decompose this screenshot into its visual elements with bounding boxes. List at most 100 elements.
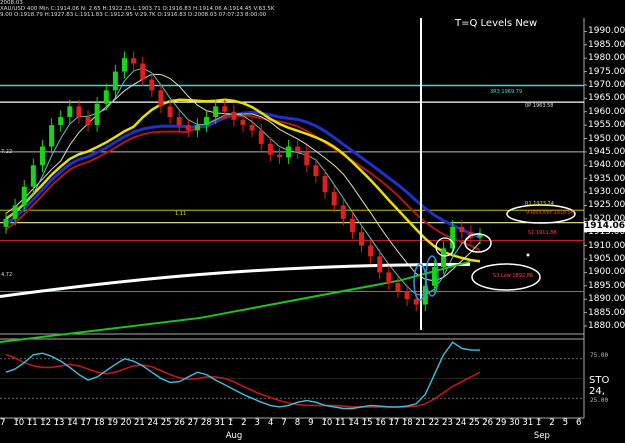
- candle-body: [213, 106, 219, 118]
- level-label-r3: 3R3 1969.79: [490, 89, 523, 95]
- x-tick-label: 17: [80, 418, 92, 428]
- candle-body: [441, 248, 447, 268]
- oscillator-lower-label: 25.00: [590, 397, 609, 404]
- level-label-pp: 0P 1963.58: [525, 103, 554, 109]
- candle-body: [413, 299, 419, 305]
- x-tick-label: 7: [0, 418, 6, 428]
- candle-body: [404, 291, 410, 300]
- candle-body: [94, 103, 100, 126]
- candle-body: [286, 146, 292, 158]
- x-tick-label: 14: [348, 418, 360, 428]
- y-tick-label: 1960.00: [588, 106, 625, 117]
- candle-body: [249, 125, 255, 131]
- y-tick-label: 1980.00: [588, 53, 625, 64]
- x-tick-label: 11: [334, 418, 346, 428]
- candle-body: [431, 267, 437, 286]
- x-tick-label: 10: [321, 418, 333, 428]
- x-tick-label: 26: [482, 418, 494, 428]
- candle-body: [477, 234, 483, 238]
- candle-body: [58, 117, 64, 126]
- x-tick-label: 9: [308, 418, 314, 428]
- candle-body: [386, 272, 392, 284]
- x-tick-label: 13: [53, 418, 65, 428]
- candle-body: [131, 58, 137, 64]
- y-tick-label: 1905.00: [588, 254, 625, 265]
- candle-body: [140, 63, 146, 80]
- candle-body: [313, 165, 319, 176]
- candle-body: [331, 192, 337, 206]
- x-tick-label: 12: [40, 418, 51, 428]
- x-tick-label: 1: [535, 418, 542, 428]
- header-line-3: 9.00 O:1918.79 H:1927.83 L:1911.83 C:191…: [0, 12, 267, 18]
- candle-body: [122, 58, 127, 72]
- x-tick-label: 4: [267, 418, 274, 428]
- candle-body: [322, 176, 328, 193]
- candle-body: [276, 154, 282, 158]
- chart-title: T=Q Levels New: [455, 18, 538, 29]
- x-tick-label: 27: [187, 418, 199, 428]
- candle-body: [377, 256, 383, 273]
- level-label-rollover: 9 RollOver 1918.56: [526, 210, 575, 216]
- candle-body: [359, 232, 364, 246]
- x-tick-label: 7: [281, 418, 287, 428]
- candle-body: [49, 125, 55, 147]
- x-tick-label: 31: [214, 418, 226, 428]
- oscillator-upper-label: 75.00: [590, 352, 609, 359]
- y-tick-label: 1985.00: [588, 39, 625, 50]
- candle-body: [12, 205, 18, 219]
- x-tick-label: 18: [93, 418, 105, 428]
- candle-body: [295, 146, 301, 152]
- x-month-label: Aug: [225, 431, 243, 441]
- y-tick-label: 1895.00: [588, 280, 625, 291]
- candle-body: [185, 125, 191, 131]
- moving-average-green: [0, 260, 471, 344]
- level-label-left-low: 4.72: [1, 272, 13, 278]
- candle-body: [103, 90, 109, 104]
- candle-body: [167, 106, 173, 118]
- x-month-label: Sep: [533, 431, 550, 441]
- y-tick-label: 1990.00: [588, 26, 625, 37]
- oscillator-label: STO 24,: [589, 375, 610, 397]
- x-tick-label: 16: [375, 418, 386, 428]
- y-tick-label: 1940.00: [588, 160, 625, 171]
- x-tick-label: 14: [66, 418, 78, 428]
- y-tick-label: 1930.00: [588, 187, 625, 198]
- y-tick-label: 1925.00: [588, 200, 625, 211]
- price-chart[interactable]: [0, 0, 625, 443]
- x-tick-label: 26: [174, 418, 185, 428]
- x-tick-label: 31: [522, 418, 534, 428]
- x-tick-label: 28: [200, 418, 212, 428]
- level-label-r1: R1 1923.24: [525, 201, 554, 207]
- candle-body: [176, 117, 182, 126]
- candle-body: [3, 218, 9, 227]
- y-tick-label: 1900.00: [588, 267, 625, 278]
- candle-body: [231, 111, 237, 120]
- current-price-badge: 1914.06: [584, 221, 625, 232]
- oscillator-d-line: [5, 354, 481, 408]
- x-tick-label: 24: [147, 418, 159, 428]
- y-tick-label: 1945.00: [588, 146, 625, 157]
- x-tick-label: 21: [415, 418, 427, 428]
- candle-body: [459, 226, 465, 233]
- candle-body: [395, 283, 401, 292]
- candle-body: [304, 151, 310, 166]
- candle-body: [194, 125, 200, 131]
- candle-body: [67, 106, 73, 118]
- y-tick-label: 1880.00: [588, 320, 625, 331]
- x-tick-label: 2: [241, 418, 247, 428]
- candle-body: [112, 71, 118, 91]
- y-tick-label: 1965.00: [588, 93, 625, 104]
- x-tick-label: 2: [549, 418, 555, 428]
- x-tick-label: 10: [13, 418, 25, 428]
- moving-average-red: [5, 114, 481, 252]
- candle-body: [368, 245, 374, 257]
- x-tick-label: 11: [26, 418, 38, 428]
- candle-body: [30, 165, 36, 187]
- x-tick-label: 17: [388, 418, 400, 428]
- candle-body: [76, 106, 82, 118]
- x-tick-label: 5: [562, 418, 569, 428]
- candle-body: [85, 117, 91, 126]
- level-label-left-mid: 1.11: [175, 211, 187, 217]
- candle-body: [340, 205, 346, 219]
- level-label-s3: S3 Low 1892.86: [493, 273, 534, 279]
